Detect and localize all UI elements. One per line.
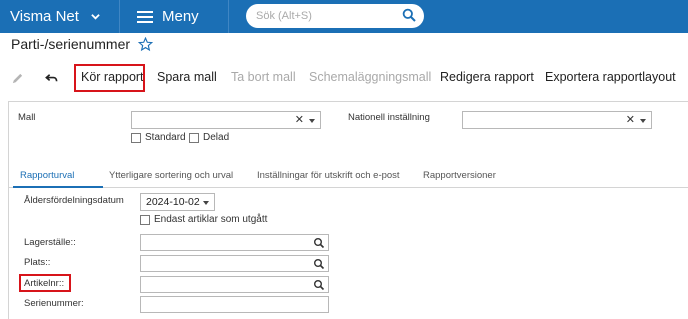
checkbox-box[interactable] [140, 214, 150, 225]
checkbox-box[interactable] [189, 132, 199, 143]
highlight-item-number [19, 274, 71, 292]
hamburger-icon [137, 10, 153, 23]
page-title-bar: Parti-/serienummer [11, 36, 154, 52]
serial-number-label: Serienummer: [24, 298, 84, 309]
template-label: Mall [18, 112, 36, 123]
menu-button[interactable]: Meny [121, 0, 229, 33]
brand-name: Visma Net [10, 8, 79, 25]
clear-icon[interactable]: ✕ [626, 113, 635, 126]
active-tab-indicator [13, 186, 103, 188]
clear-icon[interactable]: ✕ [295, 113, 304, 126]
highlight-run-report [74, 64, 145, 92]
schedule-template-button[interactable]: Schemaläggningsmall [309, 70, 431, 84]
global-search[interactable] [246, 4, 424, 28]
top-bar: Visma Net Meny [0, 0, 688, 33]
pencil-icon[interactable] [11, 72, 24, 85]
discontinued-label: Endast artiklar som utgått [154, 214, 268, 225]
discontinued-only-checkbox[interactable]: Endast artiklar som utgått [140, 214, 267, 225]
standard-checkbox[interactable]: Standard [131, 132, 186, 143]
aging-date-label: Åldersfördelningsdatum [24, 195, 124, 206]
chevron-down-icon [91, 14, 100, 20]
standard-label: Standard [145, 132, 186, 143]
tab-rapportversioner[interactable]: Rapportversioner [423, 170, 496, 181]
report-tabs: Rapporturval Ytterligare sortering och u… [9, 168, 688, 188]
report-form-panel: Mall ✕ Standard Delad Nationell inställn… [8, 101, 688, 319]
tab-installningar-utskrift[interactable]: Inställningar för utskrift och e-post [257, 170, 400, 181]
national-setting-label: Nationell inställning [348, 112, 430, 123]
edit-report-button[interactable]: Redigera rapport [440, 70, 534, 84]
shared-label: Delad [203, 132, 230, 143]
warehouse-input[interactable] [140, 234, 329, 251]
search-icon[interactable] [313, 279, 325, 291]
checkbox-box[interactable] [131, 132, 141, 143]
item-number-input[interactable] [140, 276, 329, 293]
search-input[interactable] [256, 10, 396, 22]
search-icon[interactable] [402, 8, 416, 22]
export-layout-button[interactable]: Exportera rapportlayout [545, 70, 676, 84]
template-select[interactable]: ✕ [131, 111, 321, 129]
warehouse-label: Lagerställe:: [24, 237, 76, 248]
tab-ytterligare-sortering[interactable]: Ytterligare sortering och urval [109, 170, 233, 181]
dropdown-arrow-icon[interactable] [640, 119, 646, 123]
tab-rapporturval[interactable]: Rapporturval [20, 170, 74, 181]
location-input[interactable] [140, 255, 329, 272]
report-toolbar: Kör rapport Spara mall Ta bort mall Sche… [0, 64, 688, 94]
star-icon[interactable] [138, 36, 154, 52]
search-icon[interactable] [313, 237, 325, 249]
shared-checkbox[interactable]: Delad [189, 132, 229, 143]
national-setting-select[interactable]: ✕ [462, 111, 652, 129]
save-template-button[interactable]: Spara mall [157, 70, 217, 84]
aging-date-value: 2024-10-02 [146, 196, 200, 208]
company-switcher[interactable]: Visma Net [0, 0, 120, 33]
page-title: Parti-/serienummer [11, 36, 131, 52]
delete-template-button[interactable]: Ta bort mall [231, 70, 296, 84]
menu-label: Meny [162, 8, 199, 25]
search-icon[interactable] [313, 258, 325, 270]
dropdown-arrow-icon[interactable] [203, 201, 209, 205]
aging-date-picker[interactable]: 2024-10-02 [140, 193, 215, 211]
undo-icon[interactable] [45, 72, 58, 85]
dropdown-arrow-icon[interactable] [309, 119, 315, 123]
location-label: Plats:: [24, 257, 51, 268]
serial-number-input[interactable] [140, 296, 329, 313]
